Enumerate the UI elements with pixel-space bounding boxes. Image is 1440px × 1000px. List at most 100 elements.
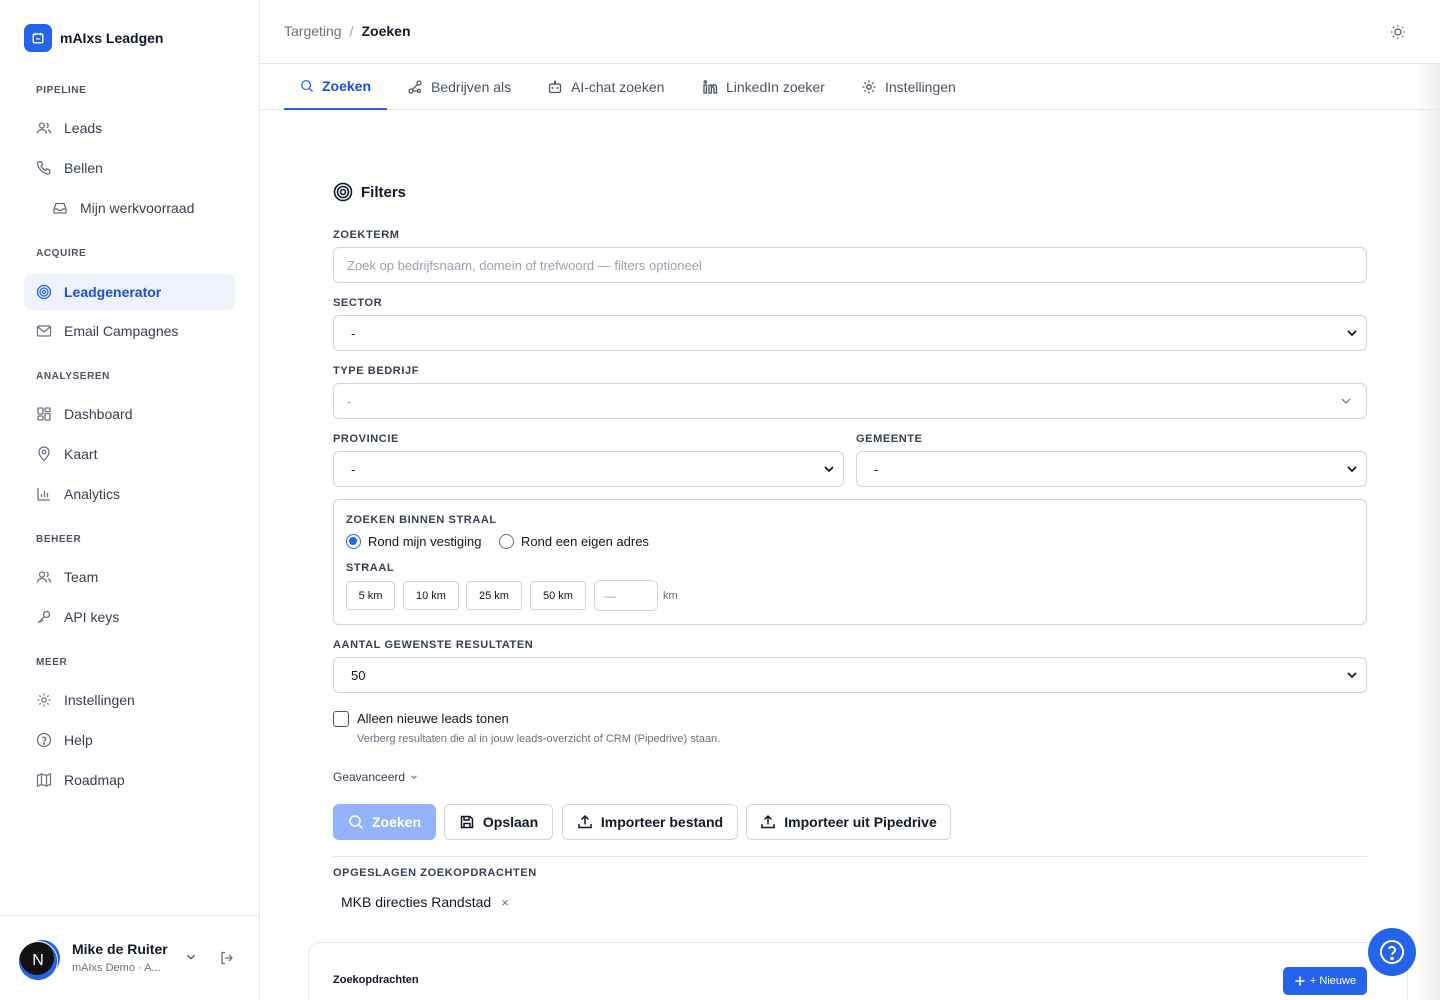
km-option-5[interactable]: 5 km — [346, 581, 395, 610]
upload-icon — [761, 814, 775, 829]
target-icon — [36, 284, 52, 300]
sidebar-item-kaart[interactable]: Kaart — [24, 436, 235, 472]
sidebar-item-api-keys[interactable]: API keys — [24, 599, 235, 635]
sidebar-item-roadmap[interactable]: Roadmap — [24, 762, 235, 798]
breadcrumb-current: Zoeken — [361, 23, 411, 39]
km-option-50[interactable]: 50 km — [530, 581, 586, 610]
chevron-down-icon — [824, 466, 834, 473]
sidebar-item-team[interactable]: Team — [24, 559, 235, 595]
target-icon — [333, 182, 353, 202]
avatar[interactable]: N — [19, 942, 57, 980]
sidebar-item-label: API keys — [64, 609, 120, 625]
bot-icon — [548, 80, 562, 94]
provincie-value: - — [351, 461, 356, 477]
sparkles-icon — [408, 80, 422, 94]
gemeente-select[interactable]: - — [856, 451, 1367, 487]
chevron-down-icon — [411, 775, 417, 780]
user-name: Mike de Ruiter — [72, 941, 168, 957]
search-icon — [301, 80, 314, 93]
filters-heading: Filters — [333, 182, 406, 202]
sidebar-item-analytics[interactable]: Analytics — [24, 476, 235, 512]
brand[interactable]: mAIxs Leadgen — [24, 24, 163, 52]
saved-searches-label: OPGESLAGEN ZOEKOPDRACHTEN — [333, 867, 537, 879]
tab-bedrijven-als[interactable]: Bedrijven als — [391, 64, 527, 110]
radio-vestiging[interactable]: Rond mijn vestiging — [346, 534, 481, 549]
sidebar-item-instellingen[interactable]: Instellingen — [24, 682, 235, 718]
tab-linkedin[interactable]: LinkedIn zoeker — [686, 64, 841, 110]
sidebar-item-label: Email Campagnes — [64, 323, 179, 339]
zoekterm-input[interactable]: Zoek op bedrijfsnaam, domein of trefwoor… — [333, 247, 1367, 283]
advanced-toggle[interactable]: Geavanceerd — [333, 770, 419, 784]
tab-zoeken[interactable]: Zoeken — [284, 64, 387, 110]
chevron-down-icon[interactable] — [184, 950, 198, 964]
mail-icon — [36, 323, 52, 339]
user-org: mAIxs Demo · A... — [72, 962, 161, 974]
sector-select[interactable]: - — [333, 315, 1367, 351]
new-search-button[interactable]: + Nieuwe — [1283, 967, 1367, 995]
provincie-select[interactable]: - — [333, 451, 844, 487]
search-icon — [349, 815, 364, 830]
section-beheer: BEHEER — [36, 534, 82, 545]
inbox-icon — [52, 200, 68, 216]
radio-eigen-adres[interactable]: Rond een eigen adres — [499, 534, 649, 549]
opslaan-button-label: Opslaan — [482, 814, 539, 830]
type-bedrijf-value: - — [347, 393, 352, 409]
help-fab[interactable] — [1368, 928, 1416, 976]
close-icon[interactable]: × — [501, 895, 509, 910]
sidebar-item-werkvoorraad[interactable]: Mijn werkvoorraad — [40, 190, 235, 226]
upload-icon — [578, 814, 592, 829]
gemeente-value: - — [874, 461, 879, 477]
sidebar-item-label: Leads — [64, 120, 103, 136]
logout-icon[interactable] — [219, 950, 235, 966]
km-option-25[interactable]: 25 km — [466, 581, 522, 610]
sector-label: SECTOR — [333, 297, 383, 309]
import-pipedrive-button[interactable]: Importeer uit Pipedrive — [746, 804, 951, 840]
section-analyseren: ANALYSEREN — [36, 371, 110, 382]
zoeken-button[interactable]: Zoeken — [333, 804, 436, 840]
km-custom-input[interactable]: — — [594, 580, 658, 611]
sidebar-item-leadgenerator[interactable]: Leadgenerator — [24, 274, 235, 310]
sidebar-item-bellen[interactable]: Bellen — [24, 150, 235, 186]
tab-instellingen[interactable]: Instellingen — [845, 64, 972, 110]
sidebar-item-help[interactable]: Help — [24, 722, 235, 758]
gear-icon — [36, 692, 52, 708]
linkedin-icon — [703, 80, 718, 94]
chevron-down-icon — [1341, 398, 1351, 404]
sidebar-item-label: Help — [64, 732, 93, 748]
sidebar-item-leads[interactable]: Leads — [24, 110, 235, 146]
saved-search-label[interactable]: MKB directies Randstad — [341, 894, 491, 910]
sidebar-item-label: Dashboard — [64, 406, 133, 422]
card-title: Zoekopdrachten — [333, 974, 419, 986]
tab-ai-chat[interactable]: AI-chat zoeken — [531, 64, 680, 110]
gear-icon — [862, 80, 876, 94]
sidebar-item-label: Instellingen — [64, 692, 135, 708]
type-bedrijf-label: TYPE BEDRIJF — [333, 365, 420, 377]
sidebar-item-label: Roadmap — [64, 772, 125, 788]
zoekterm-label: ZOEKTERM — [333, 229, 400, 241]
km-unit: km — [663, 590, 678, 602]
import-file-button[interactable]: Importeer bestand — [562, 804, 738, 840]
advanced-label: Geavanceerd — [333, 770, 406, 784]
tab-label: Bedrijven als — [431, 79, 512, 95]
results-select[interactable]: 50 — [333, 657, 1367, 693]
saved-search-chip[interactable]: MKB directies Randstad × — [341, 894, 509, 910]
sidebar-item-dashboard[interactable]: Dashboard — [24, 396, 235, 432]
breadcrumb-parent[interactable]: Targeting — [284, 23, 342, 39]
new-only-checkbox[interactable] — [333, 711, 349, 727]
results-label: AANTAL GEWENSTE RESULTATEN — [333, 639, 534, 651]
provincie-label: PROVINCIE — [333, 433, 399, 445]
sidebar-item-email[interactable]: Email Campagnes — [24, 313, 235, 349]
tab-label: LinkedIn zoeker — [726, 79, 825, 95]
opslaan-button[interactable]: Opslaan — [444, 804, 553, 840]
divider — [333, 856, 1367, 857]
sidebar-item-label: Analytics — [64, 486, 121, 502]
users-icon — [36, 120, 52, 136]
tab-bar: Zoeken Bedrijven als AI-chat zoeken Link… — [260, 64, 1440, 110]
results-value: 50 — [351, 667, 366, 683]
dashboard-icon — [36, 406, 52, 422]
sun-icon[interactable] — [1390, 24, 1406, 40]
km-option-10[interactable]: 10 km — [403, 581, 459, 610]
section-acquire: ACQUIRE — [36, 248, 87, 259]
new-only-label[interactable]: Alleen nieuwe leads tonen — [357, 711, 509, 726]
type-bedrijf-select[interactable]: - — [333, 383, 1367, 419]
